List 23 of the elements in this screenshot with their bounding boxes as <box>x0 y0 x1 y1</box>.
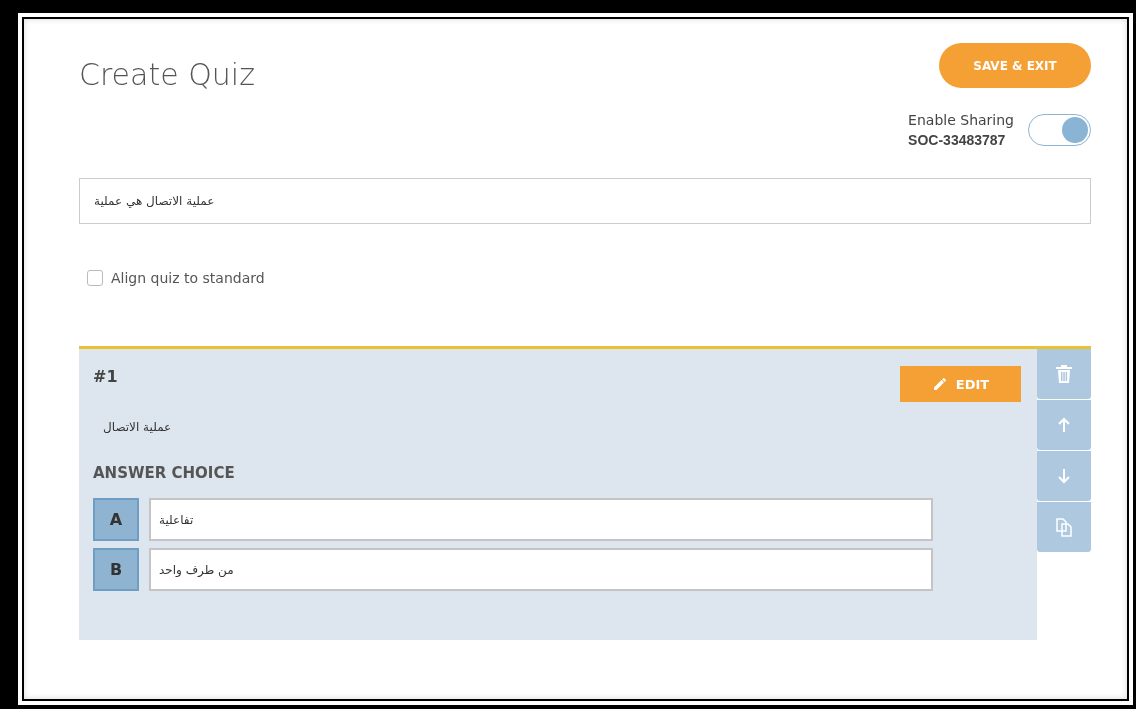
trash-icon <box>1055 364 1073 384</box>
question-number: #1 <box>93 367 118 386</box>
sharing-toggle[interactable] <box>1028 114 1091 146</box>
answer-heading: ANSWER CHOICE <box>93 464 236 482</box>
arrow-down-icon <box>1057 468 1071 484</box>
answer-field[interactable]: تفاعلية <box>149 498 933 541</box>
delete-button[interactable] <box>1037 349 1091 399</box>
sharing-label: Enable Sharing <box>908 111 1014 130</box>
move-down-button[interactable] <box>1037 451 1091 501</box>
sharing-code: SOC-33483787 <box>908 131 1007 150</box>
copy-icon <box>1053 516 1075 538</box>
choice-letter: B <box>93 548 139 591</box>
choice-letter: A <box>93 498 139 541</box>
arrow-up-icon <box>1057 417 1071 433</box>
align-label: Align quiz to standard <box>111 270 265 286</box>
page-title: Create Quiz <box>79 57 255 92</box>
answer-field[interactable]: من طرف واحد <box>149 548 933 591</box>
quiz-title-field[interactable]: عملية الاتصال هي عملية <box>79 178 1091 224</box>
align-checkbox[interactable] <box>87 270 103 286</box>
question-text: عملية الاتصال <box>103 420 173 434</box>
duplicate-button[interactable] <box>1037 502 1091 552</box>
move-up-button[interactable] <box>1037 400 1091 450</box>
pencil-icon <box>931 376 948 392</box>
